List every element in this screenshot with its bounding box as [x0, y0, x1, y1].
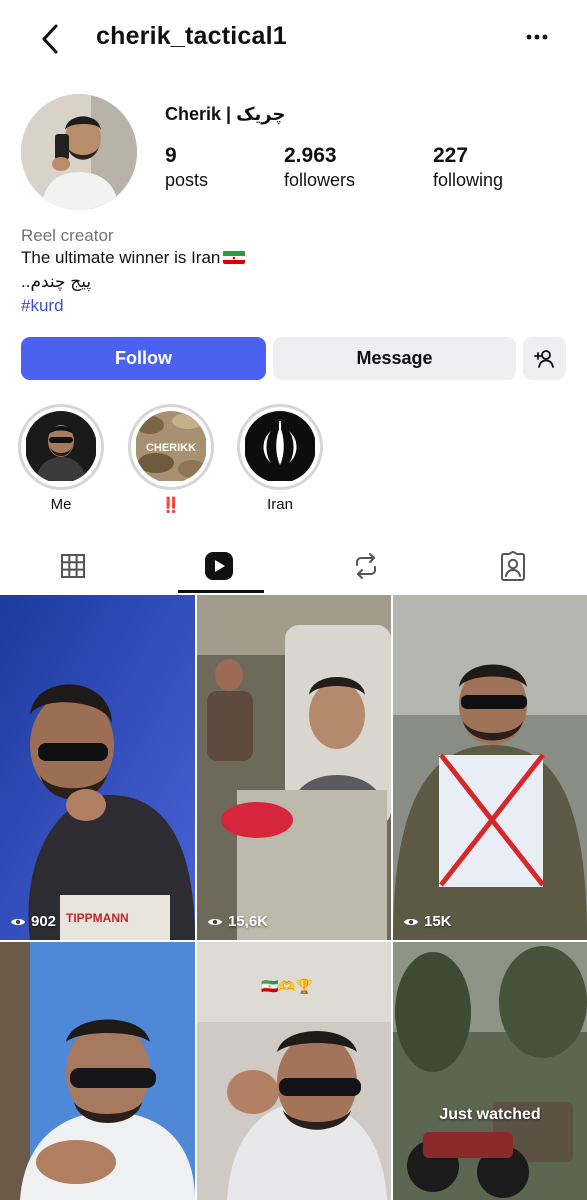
top-bar: cherik_tactical1	[0, 0, 587, 76]
posts-label: posts	[165, 170, 209, 190]
highlight-iran-caption: Iran	[267, 496, 293, 513]
highlight-iran[interactable]: Iran	[237, 404, 323, 513]
bio-line-2: پیج چندم..	[21, 272, 92, 291]
display-name: Cherik | چریک	[165, 104, 286, 124]
profile-username: cherik_tactical1	[96, 22, 287, 50]
reel-emoji-text: 🇮🇷🫶🏆	[261, 978, 314, 994]
reel-tile[interactable]: TIPPMANN 902	[0, 595, 195, 940]
highlight-me-thumbnail	[25, 411, 97, 483]
reel-thumbnail	[0, 942, 195, 1200]
view-count: 15K	[403, 913, 452, 930]
reel-tile[interactable]: 🇮🇷🫶🏆	[197, 942, 391, 1200]
highlight-cherik-thumbnail: CHERIKK	[135, 411, 207, 483]
view-count: 15,6K	[207, 913, 268, 930]
back-button[interactable]	[36, 22, 66, 56]
profile-bio: Reel creator The ultimate winner is Iran…	[21, 226, 561, 320]
grid-icon	[61, 554, 85, 578]
reel-thumbnail	[393, 595, 587, 940]
highlight-cherik[interactable]: CHERIKK ‼️	[128, 404, 214, 514]
follow-button[interactable]: Follow	[21, 337, 266, 380]
profile-category: Reel creator	[21, 226, 114, 245]
view-count-text: 902	[31, 913, 57, 930]
active-tab-indicator	[178, 590, 264, 593]
eye-icon	[208, 918, 222, 925]
highlight-iran-thumbnail	[244, 411, 316, 483]
posts-stat[interactable]: 9 posts	[165, 144, 208, 191]
tab-reels[interactable]	[146, 538, 292, 594]
highlight-ring: CHERIKK	[128, 404, 214, 490]
chevron-left-icon	[42, 24, 58, 54]
bio-line-1: The ultimate winner is Iran	[21, 248, 561, 272]
followers-label: followers	[284, 170, 356, 190]
bio-line-1-text: The ultimate winner is Iran	[21, 248, 221, 267]
iran-emblem-icon	[245, 411, 315, 481]
message-button[interactable]: Message	[273, 337, 516, 380]
highlight-ring	[18, 404, 104, 490]
eye-icon	[11, 918, 25, 925]
iran-flag-icon	[223, 250, 246, 264]
reel-tile[interactable]: 15K	[393, 595, 587, 940]
tagged-icon	[501, 551, 525, 581]
tippmann-overlay: TIPPMANN	[66, 911, 129, 925]
profile-tabs	[0, 538, 587, 594]
view-count-text: 15,6K	[228, 913, 269, 930]
following-count: 227	[433, 144, 469, 167]
suggested-users-button[interactable]	[523, 337, 566, 380]
highlight-cherik-caption: ‼️	[161, 497, 181, 514]
highlight-cherik-badge-text: CHERIKK	[146, 442, 196, 454]
posts-count: 9	[165, 144, 177, 167]
view-count: 902	[10, 913, 56, 930]
more-options-button[interactable]	[520, 24, 554, 50]
reels-icon	[205, 552, 233, 580]
reel-thumbnail	[0, 595, 195, 940]
bio-hashtag-link[interactable]: #kurd	[21, 296, 561, 320]
reel-thumbnail	[197, 595, 391, 940]
reel-tile[interactable]: 15,6K	[197, 595, 391, 940]
add-user-icon	[533, 349, 554, 368]
repost-icon	[356, 553, 376, 579]
just-watched-label: Just watched	[439, 1106, 541, 1123]
more-horizontal-icon	[526, 34, 548, 40]
following-stat[interactable]: 227 following	[433, 144, 503, 191]
eye-icon	[404, 918, 418, 925]
followers-count: 2.963	[284, 144, 337, 167]
highlight-me[interactable]: Me	[18, 404, 104, 513]
view-count-text: 15K	[424, 913, 452, 930]
tab-tagged[interactable]	[440, 538, 586, 594]
tab-posts-grid[interactable]	[0, 538, 146, 594]
highlight-me-caption: Me	[50, 496, 72, 513]
reel-thumbnail	[393, 942, 587, 1200]
highlight-ring	[237, 404, 323, 490]
tab-reposts[interactable]	[293, 538, 439, 594]
following-label: following	[433, 170, 504, 190]
profile-avatar[interactable]	[21, 94, 137, 210]
reel-tile[interactable]: Just watched	[393, 942, 587, 1200]
followers-stat[interactable]: 2.963 followers	[284, 144, 355, 191]
reel-tile[interactable]	[0, 942, 195, 1200]
